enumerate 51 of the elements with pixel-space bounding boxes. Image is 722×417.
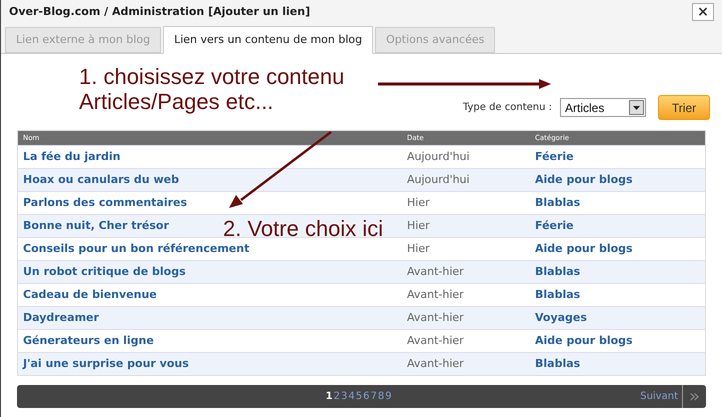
category-link[interactable]: Féerie — [535, 218, 574, 234]
article-link[interactable]: Génerateurs en ligne — [23, 334, 154, 347]
category-link[interactable]: Blablas — [535, 356, 580, 372]
date-cell-text: Avant-hier — [407, 264, 465, 280]
category-link[interactable]: Aide pour blogs — [535, 332, 633, 350]
sort-button[interactable]: Trier — [658, 95, 710, 120]
article-link[interactable]: Conseils pour un bon référencement — [23, 242, 250, 255]
article-link[interactable]: Hoax ou canulars du web — [23, 172, 179, 186]
page-link[interactable]: 6 — [363, 389, 370, 404]
category-link[interactable]: Blablas — [535, 286, 580, 304]
table-row[interactable]: Daydreamer Avant-hier Voyages — [18, 306, 705, 329]
content-type-label: Type de contenu : — [462, 101, 552, 115]
category-link[interactable]: Blablas — [535, 264, 580, 280]
article-link[interactable]: Parlons des commentaires — [23, 196, 188, 209]
category-link[interactable]: Aide pour blogs — [535, 240, 633, 258]
article-link[interactable]: Daydreamer — [23, 310, 99, 324]
date-cell-text: Aujourd'hui — [407, 148, 471, 165]
page-link[interactable]: 5 — [356, 389, 362, 404]
next-link[interactable]: Suivant — [640, 389, 678, 404]
annotation-text: 1. choisissez votre contenu Articles/Pages etc... — [79, 64, 344, 114]
date-cell-text: Avant-hier — [407, 332, 465, 349]
category-link[interactable]: Aide pour blogs — [535, 172, 633, 188]
page-link[interactable]: 3 — [340, 389, 348, 404]
page-link[interactable]: 4 — [348, 389, 355, 404]
category-link[interactable]: Blablas — [535, 194, 580, 212]
window-title: Over-Blog.com / Administration [Ajouter un lien] — [9, 4, 310, 20]
tab[interactable]: Lien vers un contenu de mon blog — [163, 26, 374, 54]
date-cell-text: Aujourd'hui — [407, 172, 471, 188]
close-button[interactable]: × — [692, 3, 714, 21]
table-row[interactable]: Hoax ou canulars du web Aujourd'hui Aide pour blogs — [18, 168, 705, 191]
date-cell-text: Avant-hier — [407, 286, 465, 303]
article-link[interactable]: Cadeau de bienvenue — [23, 288, 157, 301]
date-cell-text: Hier — [407, 218, 431, 234]
article-link[interactable]: Un robot critique de blogs — [23, 264, 186, 278]
page-link[interactable]: 1 — [326, 389, 333, 404]
article-link[interactable]: J'ai une surprise pour vous — [23, 356, 189, 370]
category-link[interactable]: Voyages — [535, 310, 587, 326]
page-link[interactable]: 7 — [370, 389, 377, 404]
page-link[interactable]: 2 — [334, 389, 340, 404]
date-cell-text: Hier — [407, 194, 431, 211]
date-cell-text: Avant-hier — [407, 310, 465, 326]
article-link[interactable]: Bonne nuit, Cher trésor — [23, 218, 169, 232]
page-link[interactable]: 8 — [378, 389, 384, 404]
article-link[interactable]: La fée du jardin — [23, 150, 120, 163]
date-cell-text: Avant-hier — [407, 356, 465, 372]
content-type-select[interactable]: Articles — [560, 98, 646, 117]
table-row[interactable]: Un robot critique de blogs Avant-hier Blablas — [18, 260, 705, 283]
page-link[interactable]: 9 — [385, 389, 392, 404]
category-link[interactable]: Féerie — [535, 148, 574, 166]
table-row[interactable]: J'ai une surprise pour vous Avant-hier Blablas — [18, 352, 705, 375]
date-cell-text: Hier — [407, 240, 431, 257]
